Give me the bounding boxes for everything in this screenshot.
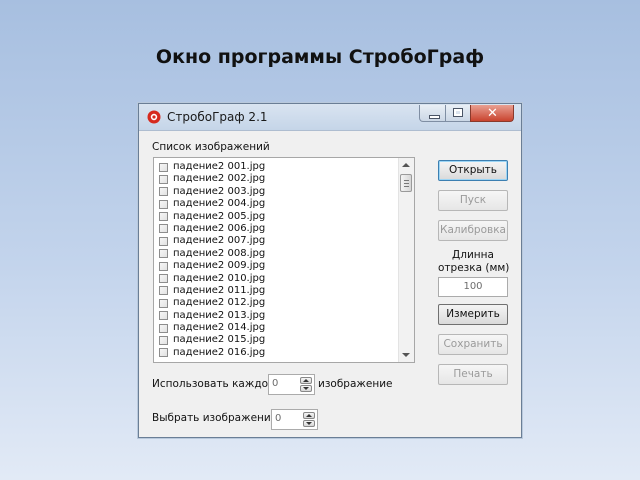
app-window: СтробоГраф 2.1 ✕ Список изображений паде… (138, 103, 522, 438)
item-checkbox[interactable] (159, 261, 168, 271)
item-checkbox[interactable] (159, 187, 168, 197)
list-item[interactable]: падение2 011.jpg (154, 285, 400, 297)
calibrate-button[interactable]: Калибровка (438, 220, 508, 241)
list-item[interactable]: падение2 014.jpg (154, 322, 400, 334)
spin-up-icon[interactable] (303, 412, 315, 419)
maximize-icon (453, 108, 463, 117)
item-checkbox[interactable] (159, 212, 168, 222)
open-button[interactable]: Открыть (438, 160, 508, 181)
start-button[interactable]: Пуск (438, 190, 508, 211)
use-every-value: 0 (272, 378, 279, 389)
list-item[interactable]: падение2 003.jpg (154, 186, 400, 198)
list-item[interactable]: падение2 016.jpg (154, 347, 400, 359)
item-filename: падение2 010.jpg (173, 272, 266, 284)
item-checkbox[interactable] (159, 174, 168, 184)
item-filename: падение2 016.jpg (173, 346, 266, 358)
item-filename: падение2 006.jpg (173, 222, 266, 234)
item-checkbox[interactable] (159, 323, 168, 333)
image-list-items: падение2 001.jpg падение2 002.jpg падение2… (154, 161, 400, 359)
use-every-spinner[interactable]: 0 (268, 374, 315, 395)
item-checkbox[interactable] (159, 348, 168, 358)
title-bar[interactable]: СтробоГраф 2.1 ✕ (139, 104, 521, 131)
maximize-button[interactable] (445, 105, 471, 122)
item-filename: падение2 002.jpg (173, 173, 266, 185)
list-item[interactable]: падение2 007.jpg (154, 235, 400, 247)
list-item[interactable]: падение2 001.jpg (154, 161, 400, 173)
list-item[interactable]: падение2 012.jpg (154, 297, 400, 309)
item-filename: падение2 007.jpg (173, 235, 266, 247)
item-filename: падение2 011.jpg (173, 284, 266, 296)
segment-length-label-line2: отрезка (мм) (438, 262, 510, 274)
item-filename: падение2 004.jpg (173, 198, 266, 210)
select-count-value: 0 (275, 413, 282, 424)
item-filename: падение2 001.jpg (173, 161, 266, 172)
slide-title: Окно программы СтробоГраф (155, 46, 485, 68)
app-logo-icon (147, 110, 161, 124)
print-button[interactable]: Печать (438, 364, 508, 385)
scroll-up-icon[interactable] (402, 163, 410, 167)
scroll-thumb[interactable] (400, 174, 412, 192)
scroll-down-icon[interactable] (402, 353, 410, 357)
item-filename: падение2 005.jpg (173, 210, 266, 222)
select-count-spinner[interactable]: 0 (271, 409, 318, 430)
item-checkbox[interactable] (159, 298, 168, 308)
image-list-label: Список изображений (152, 141, 270, 153)
item-filename: падение2 008.jpg (173, 247, 266, 259)
list-item[interactable]: падение2 005.jpg (154, 211, 400, 223)
item-filename: падение2 009.jpg (173, 260, 266, 272)
list-item[interactable]: падение2 002.jpg (154, 173, 400, 185)
item-filename: падение2 014.jpg (173, 322, 266, 334)
item-filename: падение2 012.jpg (173, 297, 266, 309)
list-item[interactable]: падение2 006.jpg (154, 223, 400, 235)
list-item[interactable]: падение2 009.jpg (154, 260, 400, 272)
spin-up-icon[interactable] (300, 377, 312, 384)
save-button[interactable]: Сохранить (438, 334, 508, 355)
item-checkbox[interactable] (159, 286, 168, 296)
item-checkbox[interactable] (159, 335, 168, 345)
measure-button[interactable]: Измерить (438, 304, 508, 325)
item-checkbox[interactable] (159, 224, 168, 234)
list-item[interactable]: падение2 004.jpg (154, 198, 400, 210)
spin-down-icon[interactable] (303, 420, 315, 427)
list-item[interactable]: падение2 010.jpg (154, 273, 400, 285)
image-list-scrollbar[interactable] (398, 158, 414, 362)
item-filename: падение2 013.jpg (173, 309, 266, 321)
list-item[interactable]: падение2 015.jpg (154, 334, 400, 346)
item-checkbox[interactable] (159, 274, 168, 284)
item-checkbox[interactable] (159, 311, 168, 321)
close-icon: ✕ (487, 106, 498, 121)
minimize-icon (429, 115, 440, 119)
list-item[interactable]: падение2 013.jpg (154, 310, 400, 322)
item-checkbox[interactable] (159, 249, 168, 259)
select-count-label: Выбрать изображений: (152, 412, 282, 424)
item-filename: падение2 015.jpg (173, 334, 266, 346)
use-every-label: Использовать каждое (152, 378, 275, 390)
item-filename: падение2 003.jpg (173, 185, 266, 197)
item-checkbox[interactable] (159, 162, 168, 172)
segment-length-label-line1: Длинна (452, 249, 494, 261)
image-list[interactable]: падение2 001.jpg падение2 002.jpg падение2… (153, 157, 415, 363)
spin-down-icon[interactable] (300, 385, 312, 392)
list-item[interactable]: падение2 008.jpg (154, 248, 400, 260)
minimize-button[interactable] (419, 105, 446, 122)
use-every-suffix: изображение (318, 378, 393, 390)
segment-length-input[interactable]: 100 (438, 277, 508, 297)
close-button[interactable]: ✕ (470, 105, 514, 122)
item-checkbox[interactable] (159, 236, 168, 246)
item-checkbox[interactable] (159, 199, 168, 209)
window-title: СтробоГраф 2.1 (167, 110, 268, 124)
